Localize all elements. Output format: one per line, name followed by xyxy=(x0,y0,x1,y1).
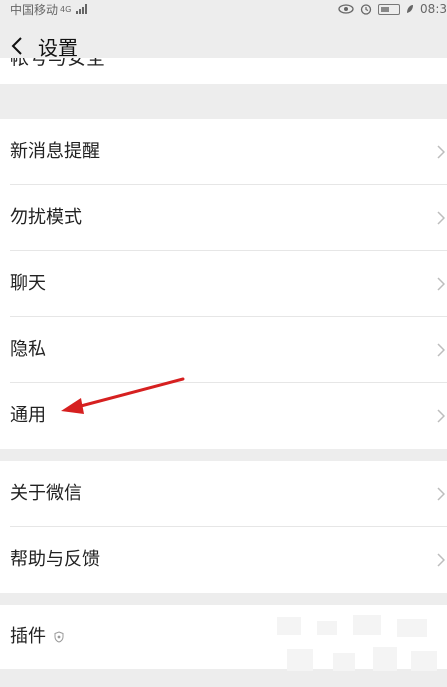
chevron-right-icon xyxy=(437,210,445,225)
settings-item-about-wechat[interactable]: 关于微信 xyxy=(10,461,447,527)
chevron-right-icon xyxy=(437,409,445,423)
battery-icon xyxy=(378,3,401,15)
settings-item-label: 关于微信 xyxy=(10,482,82,504)
chevron-right-icon xyxy=(437,342,445,357)
signal-icon xyxy=(76,4,88,14)
shield-icon xyxy=(54,631,64,643)
settings-group-plugins: 插件 xyxy=(0,605,447,669)
settings-item-help-feedback[interactable]: 帮助与反馈 xyxy=(10,527,447,593)
chevron-right-icon xyxy=(437,144,445,159)
settings-item-plugins[interactable]: 插件 xyxy=(10,605,447,669)
status-right: 08:3 xyxy=(338,0,447,18)
settings-item-do-not-disturb[interactable]: 勿扰模式 xyxy=(10,185,447,251)
chevron-right-icon xyxy=(437,553,445,567)
status-left: 中国移动 4G xyxy=(10,0,88,18)
settings-group-main: 新消息提醒 勿扰模式 聊天 隐私 通用 xyxy=(0,119,447,449)
settings-item-chat[interactable]: 聊天 xyxy=(10,251,447,317)
settings-item-label: 勿扰模式 xyxy=(10,206,82,228)
network-label: 4G xyxy=(60,4,72,14)
chevron-right-icon xyxy=(437,486,445,501)
settings-item-label: 隐私 xyxy=(10,338,46,360)
settings-item-label: 帐号与安全 xyxy=(10,58,106,69)
carrier-label: 中国移动 xyxy=(10,2,59,17)
settings-item-account-security[interactable]: 帐号与安全 xyxy=(0,58,447,84)
settings-item-new-message-notify[interactable]: 新消息提醒 xyxy=(10,119,447,185)
chevron-left-icon[interactable] xyxy=(10,36,24,56)
settings-item-label: 通用 xyxy=(10,405,46,426)
chevron-right-icon xyxy=(437,276,445,291)
settings-item-general[interactable]: 通用 xyxy=(10,383,447,449)
eye-icon xyxy=(338,4,354,14)
settings-item-label: 插件 xyxy=(10,626,46,647)
settings-group-about: 关于微信 帮助与反馈 xyxy=(0,461,447,593)
settings-item-privacy[interactable]: 隐私 xyxy=(10,317,447,383)
status-bar: 中国移动 4G 08:3 xyxy=(0,0,447,18)
settings-item-label: 聊天 xyxy=(10,272,46,294)
status-time: 08:3 xyxy=(420,2,447,16)
settings-item-label: 帮助与反馈 xyxy=(10,549,100,570)
leaf-icon xyxy=(407,5,414,13)
settings-item-label: 新消息提醒 xyxy=(10,140,100,162)
alarm-icon xyxy=(360,4,372,15)
